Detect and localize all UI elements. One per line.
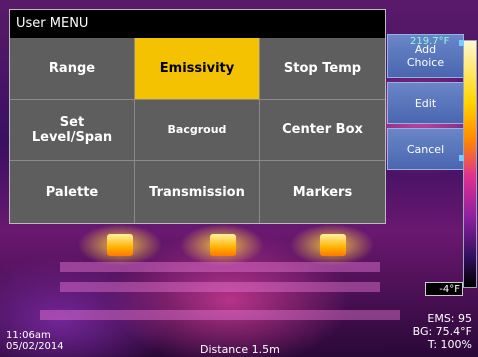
date-label: 05/02/2014 xyxy=(6,341,64,352)
background-temp-value: BG: 75.4°F xyxy=(412,325,472,338)
hot-spot xyxy=(210,234,236,256)
action-bar: Add Choice Edit Cancel xyxy=(387,34,464,174)
scale-top-marker xyxy=(459,40,464,46)
menu-item-transmission[interactable]: Transmission xyxy=(135,161,260,223)
menu-title: User MENU xyxy=(10,10,385,38)
status-readout: EMS: 95 BG: 75.4°F T: 100% xyxy=(413,312,472,351)
user-menu: User MENU Range Emissivity Stop Temp Set… xyxy=(9,9,386,224)
hot-spot xyxy=(320,234,346,256)
scale-mid-marker xyxy=(459,155,464,161)
menu-item-stop-temp[interactable]: Stop Temp xyxy=(260,38,385,100)
menu-item-background[interactable]: Bacgroud xyxy=(135,99,260,162)
emissivity-value: EMS: 95 xyxy=(427,312,472,325)
menu-item-center-box[interactable]: Center Box xyxy=(260,99,385,162)
distance-label: Distance 1.5m xyxy=(200,343,280,356)
menu-item-range[interactable]: Range xyxy=(10,38,135,100)
menu-item-palette[interactable]: Palette xyxy=(10,161,135,223)
timestamp: 11:06am 05/02/2014 xyxy=(6,330,64,352)
transmission-value: T: 100% xyxy=(427,338,472,351)
hot-spot xyxy=(107,234,133,256)
cancel-button[interactable]: Cancel xyxy=(387,128,464,170)
menu-item-set-level-span[interactable]: Set Level/Span xyxy=(10,99,135,162)
menu-grid: Range Emissivity Stop Temp Set Level/Spa… xyxy=(10,38,385,223)
menu-item-markers[interactable]: Markers xyxy=(260,161,385,223)
menu-item-emissivity[interactable]: Emissivity xyxy=(135,38,260,100)
time-label: 11:06am xyxy=(6,330,51,341)
scale-bottom-temp: -4°F xyxy=(425,282,463,296)
add-choice-button[interactable]: Add Choice xyxy=(387,34,464,78)
edit-button[interactable]: Edit xyxy=(387,82,464,124)
color-scale-bar xyxy=(463,40,477,288)
